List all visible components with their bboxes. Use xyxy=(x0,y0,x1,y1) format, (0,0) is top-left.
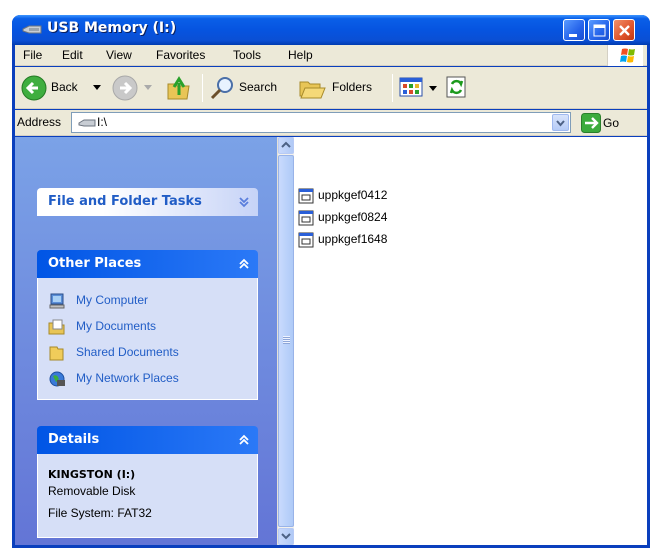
folders-icon xyxy=(299,81,326,99)
task-pane: File and Folder Tasks Other Places My Co… xyxy=(15,137,277,545)
menu-tools[interactable]: Tools xyxy=(233,48,261,62)
details-panel: KINGSTON (I:) Removable Disk File System… xyxy=(37,454,258,538)
title-bar[interactable]: USB Memory (I:) xyxy=(12,15,650,45)
views-button[interactable] xyxy=(399,75,441,101)
menu-bar: File Edit View Favorites Tools Help xyxy=(15,45,647,66)
up-folder-icon xyxy=(167,76,190,100)
menu-favorites[interactable]: Favorites xyxy=(156,48,205,62)
scroll-up-button[interactable] xyxy=(278,137,294,154)
close-button[interactable] xyxy=(613,19,635,41)
usb-drive-icon xyxy=(22,25,42,34)
windows-logo xyxy=(607,45,643,66)
back-arrow-icon xyxy=(21,75,47,101)
application-file-icon xyxy=(298,210,314,226)
address-value: I:\ xyxy=(97,115,108,129)
expand-chevron-icon[interactable] xyxy=(235,193,253,211)
dropdown-arrow-icon xyxy=(93,85,101,90)
forward-arrow-icon xyxy=(112,75,138,101)
go-arrow-icon[interactable] xyxy=(581,113,601,133)
folders-button[interactable]: Folders xyxy=(298,74,386,102)
maximize-icon xyxy=(593,24,606,37)
scroll-down-button[interactable] xyxy=(278,528,294,545)
forward-button[interactable] xyxy=(112,74,160,102)
chevron-down-icon xyxy=(281,533,291,540)
go-button[interactable]: Go xyxy=(603,116,619,130)
panel-title: File and Folder Tasks xyxy=(48,194,202,209)
drive-type: Removable Disk xyxy=(48,484,136,498)
minimize-icon xyxy=(569,34,577,37)
scroll-grip xyxy=(283,336,290,344)
collapse-chevron-icon[interactable] xyxy=(235,255,253,273)
back-button[interactable]: Back xyxy=(21,74,109,102)
my-documents-icon xyxy=(48,319,65,335)
chevron-up-icon xyxy=(281,141,291,148)
file-system: File System: FAT32 xyxy=(48,506,152,520)
views-icon xyxy=(399,77,423,97)
usb-drive-icon xyxy=(78,119,96,127)
dropdown-arrow-icon xyxy=(144,85,152,90)
toolbar-separator xyxy=(202,74,203,102)
address-label: Address xyxy=(17,115,62,129)
shared-documents-icon xyxy=(49,346,64,361)
collapse-chevron-icon[interactable] xyxy=(235,431,253,449)
my-computer-icon xyxy=(49,293,65,309)
panel-title: Other Places xyxy=(48,256,142,271)
maximize-button[interactable] xyxy=(588,19,610,41)
file-list: uppkgef0412 uppkgef0824 uppkgef1648 xyxy=(298,137,647,545)
minimize-button[interactable] xyxy=(563,19,585,41)
menu-view[interactable]: View xyxy=(106,48,132,62)
application-file-icon xyxy=(298,232,314,248)
other-places-panel: My Computer My Documents Shared Document… xyxy=(37,278,258,400)
window-title: USB Memory (I:) xyxy=(47,20,177,36)
drive-name: KINGSTON (I:) xyxy=(48,468,136,481)
back-label: Back xyxy=(51,80,78,94)
search-label: Search xyxy=(239,80,278,94)
other-places-header[interactable]: Other Places xyxy=(37,250,258,278)
up-folder-button[interactable] xyxy=(165,75,195,103)
sync-icon xyxy=(446,76,466,98)
windows-flag-icon xyxy=(620,48,635,63)
sync-button[interactable] xyxy=(445,75,471,101)
vertical-scrollbar[interactable] xyxy=(277,137,294,545)
standard-toolbar: Back Search Folders xyxy=(15,67,647,109)
address-bar: Address I:\ Go xyxy=(15,110,647,136)
dropdown-arrow-icon xyxy=(429,86,437,91)
search-button[interactable]: Search xyxy=(209,74,293,102)
chevron-down-icon xyxy=(556,120,565,127)
network-places-icon xyxy=(49,371,65,387)
close-icon xyxy=(619,25,630,36)
folders-label: Folders xyxy=(332,80,373,94)
panel-title: Details xyxy=(48,432,100,447)
file-folder-tasks-header[interactable]: File and Folder Tasks xyxy=(37,188,258,216)
details-header[interactable]: Details xyxy=(37,426,258,454)
explorer-window: USB Memory (I:) File Edit View Favorites… xyxy=(12,15,650,548)
menu-edit[interactable]: Edit xyxy=(62,48,83,62)
address-dropdown-button[interactable] xyxy=(552,114,569,131)
search-icon xyxy=(210,77,233,100)
menu-help[interactable]: Help xyxy=(288,48,313,62)
address-field[interactable]: I:\ xyxy=(71,112,571,133)
application-file-icon xyxy=(298,188,314,204)
scroll-thumb[interactable] xyxy=(278,155,294,527)
toolbar-separator xyxy=(392,74,393,102)
menu-file[interactable]: File xyxy=(23,48,42,62)
content-area: File and Folder Tasks Other Places My Co… xyxy=(15,137,647,545)
